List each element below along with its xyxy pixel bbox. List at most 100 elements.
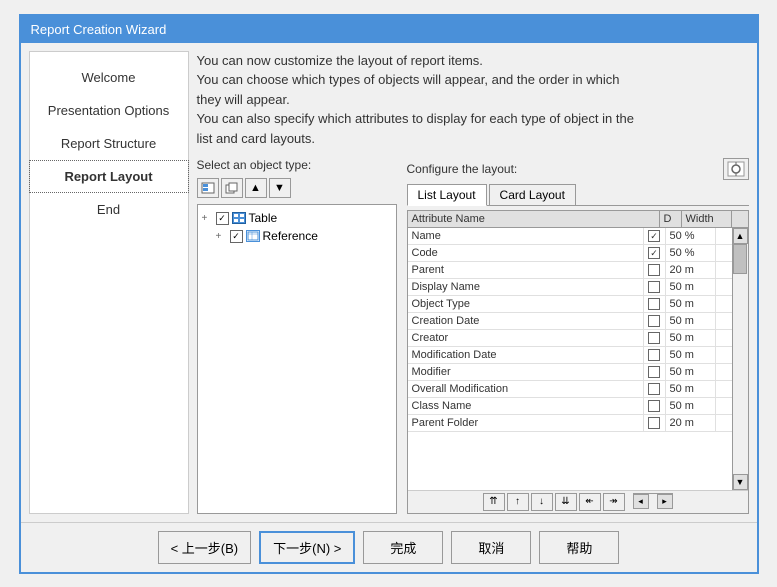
attr-width-cell: 50 %: [666, 228, 716, 244]
table-row[interactable]: Display Name 50 m: [408, 279, 732, 296]
attr-checked-cell[interactable]: [644, 330, 666, 346]
attr-checkbox[interactable]: ✓: [648, 247, 660, 259]
tab-list-layout[interactable]: List Layout: [407, 184, 487, 206]
table-row[interactable]: Modification Date 50 m: [408, 347, 732, 364]
attr-extra-cell: [716, 347, 732, 363]
attr-move-down[interactable]: ↓: [531, 493, 553, 511]
table-row[interactable]: Object Type 50 m: [408, 296, 732, 313]
object-type-tree[interactable]: + ✓ Table + ✓: [197, 204, 397, 514]
header-scroll: [732, 211, 748, 227]
attr-move-bottom[interactable]: ⇊: [555, 493, 577, 511]
table-row[interactable]: Creator 50 m: [408, 330, 732, 347]
attr-checked-cell[interactable]: [644, 415, 666, 431]
attr-checked-cell[interactable]: [644, 279, 666, 295]
attr-extra-cell: [716, 313, 732, 329]
attr-checked-cell[interactable]: [644, 364, 666, 380]
sidebar-item-end[interactable]: End: [30, 194, 188, 225]
tree-btn-down[interactable]: ▼: [269, 178, 291, 198]
configure-icon-button[interactable]: [723, 158, 749, 180]
attr-checked-cell[interactable]: [644, 296, 666, 312]
expander-table[interactable]: +: [202, 213, 214, 224]
sidebar-item-report-layout[interactable]: Report Layout: [30, 161, 188, 192]
attr-name-cell: Name: [408, 228, 644, 244]
attr-name-cell: Display Name: [408, 279, 644, 295]
table-row[interactable]: Overall Modification 50 m: [408, 381, 732, 398]
table-row[interactable]: Class Name 50 m: [408, 398, 732, 415]
attr-scroll-right[interactable]: ↠: [603, 493, 625, 511]
attr-checkbox[interactable]: [648, 366, 660, 378]
attr-checkbox[interactable]: [648, 383, 660, 395]
tree-btn-up[interactable]: ▲: [245, 178, 267, 198]
attr-checkbox[interactable]: [648, 281, 660, 293]
sidebar-item-presentation-options[interactable]: Presentation Options: [30, 95, 188, 126]
scroll-down-button[interactable]: ▼: [733, 474, 748, 490]
checkbox-table[interactable]: ✓: [216, 212, 229, 225]
attr-width-cell: 50 m: [666, 296, 716, 312]
layout-area: Select an object type: ▲ ▼ +: [197, 158, 749, 514]
attr-checked-cell[interactable]: [644, 398, 666, 414]
attr-extra-cell: [716, 228, 732, 244]
tab-card-layout[interactable]: Card Layout: [489, 184, 576, 205]
attrs-with-scroll: Name ✓ 50 % Code ✓ 50 % Parent 20 m Disp…: [408, 228, 748, 490]
attr-move-left[interactable]: ↞: [579, 493, 601, 511]
desc-line4: You can also specify which attributes to…: [197, 109, 749, 129]
sidebar-item-report-structure[interactable]: Report Structure: [30, 128, 188, 159]
table-row[interactable]: Name ✓ 50 %: [408, 228, 732, 245]
hscroll-right[interactable]: ▸: [657, 494, 673, 509]
tree-btn-copy[interactable]: [221, 178, 243, 198]
main-content: You can now customize the layout of repo…: [197, 51, 749, 514]
checkbox-reference[interactable]: ✓: [230, 230, 243, 243]
attr-checked-cell[interactable]: ✓: [644, 228, 666, 244]
attr-checkbox[interactable]: [648, 400, 660, 412]
attr-extra-cell: [716, 262, 732, 278]
attr-name-cell: Overall Modification: [408, 381, 644, 397]
attr-name-cell: Code: [408, 245, 644, 261]
scroll-track[interactable]: [733, 244, 748, 474]
attr-width-cell: 50 %: [666, 245, 716, 261]
table-row[interactable]: Parent Folder 20 m: [408, 415, 732, 432]
attr-move-up[interactable]: ↑: [507, 493, 529, 511]
table-row[interactable]: Code ✓ 50 %: [408, 245, 732, 262]
hscroll-left[interactable]: ◂: [633, 494, 649, 509]
attr-checkbox[interactable]: [648, 264, 660, 276]
sidebar-item-welcome[interactable]: Welcome: [30, 62, 188, 93]
header-width: Width: [682, 211, 732, 227]
table-row[interactable]: Modifier 50 m: [408, 364, 732, 381]
table-row[interactable]: Creation Date 50 m: [408, 313, 732, 330]
attr-checked-cell[interactable]: [644, 262, 666, 278]
attr-rows: Name ✓ 50 % Code ✓ 50 % Parent 20 m Disp…: [408, 228, 732, 432]
attr-name-cell: Modifier: [408, 364, 644, 380]
expander-reference[interactable]: +: [216, 231, 228, 242]
attr-checkbox[interactable]: ✓: [648, 230, 660, 242]
attr-checked-cell[interactable]: ✓: [644, 245, 666, 261]
back-button[interactable]: < 上一步(B): [158, 531, 252, 564]
attr-checked-cell[interactable]: [644, 347, 666, 363]
attr-checkbox[interactable]: [648, 417, 660, 429]
tree-item-reference[interactable]: + ✓ Reference: [216, 227, 392, 245]
attr-width-cell: 50 m: [666, 398, 716, 414]
attributes-table: Attribute Name D Width Name ✓ 50 % Code …: [407, 210, 749, 514]
scroll-thumb[interactable]: [733, 244, 747, 274]
next-button[interactable]: 下一步(N) >: [259, 531, 355, 564]
tree-btn-select[interactable]: [197, 178, 219, 198]
scroll-up-button[interactable]: ▲: [733, 228, 748, 244]
attr-checked-cell[interactable]: [644, 313, 666, 329]
attr-checkbox[interactable]: [648, 315, 660, 327]
table-row[interactable]: Parent 20 m: [408, 262, 732, 279]
horizontal-scrollbar[interactable]: ◂ ▸: [633, 493, 673, 509]
attr-checkbox[interactable]: [648, 332, 660, 344]
hscroll-track[interactable]: [649, 494, 657, 509]
finish-button[interactable]: 完成: [363, 531, 443, 564]
vertical-scrollbar[interactable]: ▲ ▼: [732, 228, 748, 490]
attr-checked-cell[interactable]: [644, 381, 666, 397]
attr-width-cell: 50 m: [666, 313, 716, 329]
tree-item-table[interactable]: + ✓ Table: [202, 209, 392, 227]
help-button[interactable]: 帮助: [539, 531, 619, 564]
attr-checkbox[interactable]: [648, 298, 660, 310]
attr-checkbox[interactable]: [648, 349, 660, 361]
select-type-label: Select an object type:: [197, 158, 397, 172]
right-panel: Configure the layout: List Layout Card L…: [407, 158, 749, 514]
configure-header: Configure the layout:: [407, 158, 749, 180]
cancel-button[interactable]: 取消: [451, 531, 531, 564]
attr-move-top[interactable]: ⇈: [483, 493, 505, 511]
